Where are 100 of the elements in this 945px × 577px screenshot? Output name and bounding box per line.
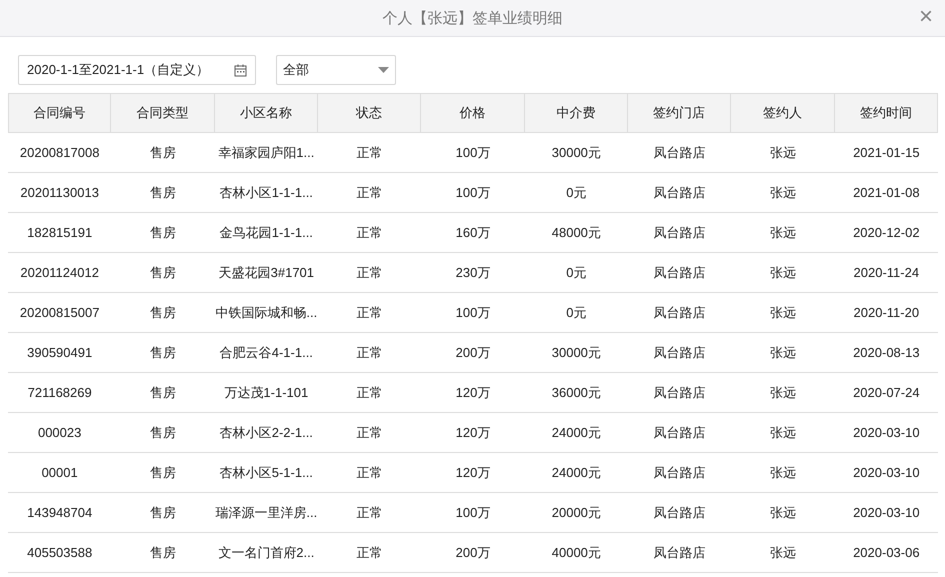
table-cell: 正常 — [318, 253, 422, 293]
table-cell: 正常 — [318, 453, 422, 493]
table-cell: 正常 — [318, 373, 422, 413]
table-cell: 2020-03-10 — [834, 453, 938, 493]
table-cell: 230万 — [421, 253, 525, 293]
table-cell: 售房 — [111, 173, 215, 213]
table-cell: 杏林小区5-1-1... — [214, 453, 318, 493]
column-header[interactable]: 状态 — [318, 93, 422, 133]
column-header[interactable]: 签约门店 — [628, 93, 732, 133]
table-cell: 2020-07-24 — [834, 373, 938, 413]
table-cell: 0元 — [524, 173, 628, 213]
table-cell: 160万 — [421, 213, 525, 253]
table-cell: 30000元 — [524, 133, 628, 173]
table-cell: 143948704 — [8, 493, 112, 533]
table-cell: 100万 — [421, 133, 525, 173]
table-cell: 售房 — [111, 373, 215, 413]
table-cell: 张远 — [731, 373, 835, 413]
table-cell: 正常 — [318, 533, 422, 573]
table-cell: 正常 — [318, 333, 422, 373]
column-header[interactable]: 签约时间 — [834, 93, 938, 133]
table-cell: 幸福家园庐阳1... — [214, 133, 318, 173]
table-cell: 正常 — [318, 133, 422, 173]
table-cell: 0元 — [524, 253, 628, 293]
table-cell: 2020-11-20 — [834, 293, 938, 333]
table-cell: 2020-03-10 — [834, 493, 938, 533]
table-cell: 正常 — [318, 493, 422, 533]
table-cell: 100万 — [421, 173, 525, 213]
table-cell: 0元 — [524, 293, 628, 333]
table-cell: 100万 — [421, 493, 525, 533]
table-cell: 凤台路店 — [628, 173, 732, 213]
table-cell: 凤台路店 — [628, 133, 732, 173]
column-header[interactable]: 合同类型 — [111, 93, 215, 133]
table-cell: 凤台路店 — [628, 413, 732, 453]
table-cell: 36000元 — [524, 373, 628, 413]
table-cell: 2020-12-02 — [834, 213, 938, 253]
table-cell: 40000元 — [524, 533, 628, 573]
table-cell: 48000元 — [524, 213, 628, 253]
table-cell: 000023 — [8, 413, 112, 453]
table-cell: 瑞泽源一里洋房... — [214, 493, 318, 533]
table-cell: 正常 — [318, 413, 422, 453]
table-cell: 200万 — [421, 333, 525, 373]
table-cell: 721168269 — [8, 373, 112, 413]
column-header[interactable]: 中介费 — [524, 93, 628, 133]
table-cell: 售房 — [111, 413, 215, 453]
table-cell: 张远 — [731, 133, 835, 173]
table-cell: 120万 — [421, 453, 525, 493]
table-cell: 凤台路店 — [628, 213, 732, 253]
table-cell: 凤台路店 — [628, 533, 732, 573]
table-cell: 120万 — [421, 413, 525, 453]
table-cell: 万达茂1-1-101 — [214, 373, 318, 413]
table-cell: 20201130013 — [8, 173, 112, 213]
table-cell: 张远 — [731, 453, 835, 493]
table-cell: 售房 — [111, 293, 215, 333]
table-cell: 张远 — [731, 213, 835, 253]
table-cell: 中铁国际城和畅... — [214, 293, 318, 333]
table-cell: 合肥云谷4-1-1... — [214, 333, 318, 373]
caret-icon — [378, 67, 389, 73]
table-cell: 2020-11-24 — [834, 253, 938, 293]
table-cell: 2021-01-08 — [834, 173, 938, 213]
table-cell: 20201124012 — [8, 253, 112, 293]
table-cell: 2020-03-06 — [834, 533, 938, 573]
table-cell: 张远 — [731, 173, 835, 213]
table-cell: 杏林小区1-1-1... — [214, 173, 318, 213]
table-cell: 张远 — [731, 413, 835, 453]
table-cell: 20000元 — [524, 493, 628, 533]
table-cell: 凤台路店 — [628, 333, 732, 373]
table-cell: 正常 — [318, 293, 422, 333]
table-cell: 20200817008 — [8, 133, 112, 173]
table-cell: 2020-08-13 — [834, 333, 938, 373]
type-select[interactable]: 全部 — [276, 55, 396, 85]
table-cell: 杏林小区2-2-1... — [214, 413, 318, 453]
table-cell: 张远 — [731, 493, 835, 533]
table-cell: 售房 — [111, 453, 215, 493]
column-header[interactable]: 价格 — [421, 93, 525, 133]
table-cell: 20200815007 — [8, 293, 112, 333]
table-cell: 天盛花园3#1701 — [214, 253, 318, 293]
table-cell: 正常 — [318, 173, 422, 213]
table-cell: 张远 — [731, 293, 835, 333]
table-cell: 售房 — [111, 533, 215, 573]
table-cell: 凤台路店 — [628, 293, 732, 333]
table-cell: 凤台路店 — [628, 253, 732, 293]
column-header[interactable]: 合同编号 — [8, 93, 112, 133]
table-cell: 120万 — [421, 373, 525, 413]
window-title: 个人【张远】签单业绩明细 — [382, 8, 562, 28]
table-cell: 凤台路店 — [628, 493, 732, 533]
table-cell: 售房 — [111, 253, 215, 293]
date-range-field[interactable]: 2020-1-1至2021-1-1（自定义） — [18, 55, 256, 85]
table-cell: 文一名门首府2... — [214, 533, 318, 573]
table-cell: 405503588 — [8, 533, 112, 573]
table-cell: 2020-03-10 — [834, 413, 938, 453]
column-header[interactable]: 小区名称 — [214, 93, 318, 133]
table-cell: 凤台路店 — [628, 453, 732, 493]
table-cell: 售房 — [111, 493, 215, 533]
table-cell: 100万 — [421, 293, 525, 333]
column-header[interactable]: 签约人 — [731, 93, 835, 133]
table-cell: 张远 — [731, 533, 835, 573]
table-cell: 售房 — [111, 133, 215, 173]
table-cell: 金鸟花园1-1-1... — [214, 213, 318, 253]
table-cell: 30000元 — [524, 333, 628, 373]
table-cell: 200万 — [421, 533, 525, 573]
